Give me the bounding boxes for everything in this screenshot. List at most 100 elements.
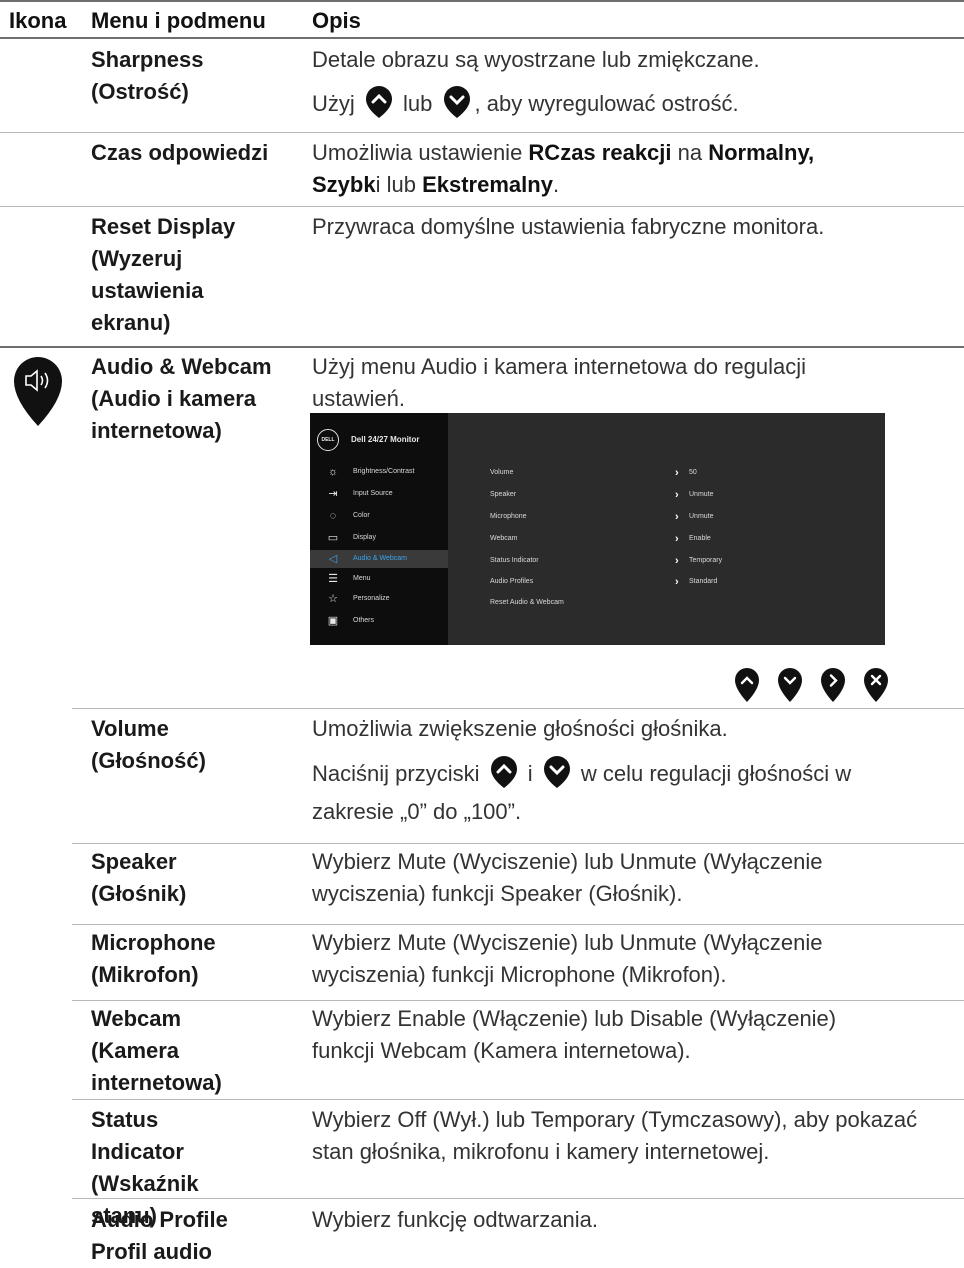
color-palette-icon: ◌ — [329, 510, 337, 522]
chevron-right-icon: › — [675, 533, 679, 545]
row-desc-speaker: Wybierz Mute (Wyciszenie) lub Unmute (Wy… — [312, 849, 823, 906]
row-name-webcam: Webcam (Kamera internetowa) — [91, 1006, 222, 1095]
chevron-right-icon: › — [675, 511, 679, 523]
row-name-volume: Volume (Głośność) — [91, 716, 206, 773]
row-name-microphone: Microphone (Mikrofon) — [91, 930, 216, 987]
osd-nav-buttons — [733, 668, 893, 702]
osd-setting-value: Enable — [689, 535, 711, 542]
response-text-f: i lub — [375, 172, 423, 197]
osd-menu-label: Color — [353, 512, 370, 519]
row-name-reset: Reset Display (Wyzeruj ustawienia ekranu… — [91, 214, 236, 335]
row-desc-response: Umożliwia ustawienie RCzas reakcji na No… — [312, 137, 942, 201]
up-button-icon[interactable] — [733, 668, 761, 702]
right-button-icon[interactable] — [819, 668, 847, 702]
osd-setting-speaker[interactable]: Speaker › Unmute — [490, 489, 870, 503]
row-name-audio-profile: Audio Profile Profil audio — [91, 1207, 228, 1264]
response-text-g: Ekstremalny — [422, 172, 553, 197]
osd-setting-label: Volume — [490, 469, 514, 476]
row-desc-webcam: Wybierz Enable (Włączenie) lub Disable (… — [312, 1006, 837, 1063]
osd-menu-label: Input Source — [353, 490, 393, 497]
osd-setting-status-indicator[interactable]: Status Indicator › Temporary — [490, 555, 870, 569]
row-desc-sharpness: Detale obrazu są wyostrzane lub zmiękcza… — [312, 44, 942, 120]
osd-setting-label: Microphone — [490, 513, 527, 520]
header-rule — [0, 37, 964, 39]
chevron-right-icon: › — [675, 489, 679, 501]
volume-press-text: Naciśnij przyciski — [312, 761, 480, 786]
osd-setting-value: Standard — [689, 578, 718, 585]
response-text-d: Normalny, — [708, 140, 815, 165]
row-divider — [72, 708, 964, 709]
star-icon: ☆ — [328, 593, 338, 605]
osd-setting-volume[interactable]: Volume › 50 — [490, 467, 870, 481]
audio-webcam-section-icon — [14, 357, 62, 426]
header-menu: Menu i podmenu — [91, 8, 266, 33]
osd-menu-label: Menu — [353, 575, 371, 582]
osd-setting-audio-profiles[interactable]: Audio Profiles › Standard — [490, 576, 870, 590]
row-desc-audio-profile: Wybierz funkcję odtwarzania. — [312, 1207, 598, 1232]
display-icon: ▭ — [327, 532, 339, 544]
chevron-right-icon: › — [675, 467, 679, 479]
volume-desc-line: Umożliwia zwiększenie głośności głośnika… — [312, 716, 728, 741]
row-divider — [72, 1099, 964, 1100]
osd-setting-label: Reset Audio & Webcam — [490, 599, 564, 606]
osd-menu-item-display[interactable]: ▭ Display — [310, 529, 448, 547]
osd-setting-webcam[interactable]: Webcam › Enable — [490, 533, 870, 547]
sharpness-desc-line: Detale obrazu są wyostrzane lub zmiękcza… — [312, 47, 760, 72]
row-divider — [0, 206, 964, 207]
sharpness-adjust-text: , aby wyregulować ostrość. — [474, 91, 739, 116]
osd-menu-item-brightness[interactable]: ☼ Brightness/Contrast — [310, 463, 448, 481]
volume-adjust-line: Naciśnij przyciski i w celu regulacji gł… — [312, 755, 922, 831]
row-desc-audio: Użyj menu Audio i kamera internetowa do … — [312, 354, 807, 411]
osd-menu-item-input[interactable]: ⇥ Input Source — [310, 485, 448, 503]
osd-menu-item-personalize[interactable]: ☆ Personalize — [310, 590, 448, 608]
sharpness-or-text: lub — [403, 91, 433, 116]
menu-icon: ☰ — [328, 573, 338, 585]
close-button-icon[interactable] — [862, 668, 890, 702]
row-desc-volume: Umożliwia zwiększenie głośności głośnika… — [312, 713, 922, 831]
osd-menu-label: Brightness/Contrast — [353, 468, 415, 475]
osd-setting-value: 50 — [689, 469, 697, 476]
row-name-audio: Audio & Webcam (Audio i kamera interneto… — [91, 354, 272, 443]
row-divider — [72, 843, 964, 844]
chevron-right-icon: › — [675, 576, 679, 588]
others-icon: ▣ — [327, 615, 339, 627]
sharpness-adjust-line: Użyj lub , aby wyregulować ostrość. — [312, 86, 942, 120]
osd-menu-label: Audio & Webcam — [353, 555, 407, 562]
row-divider — [0, 132, 964, 133]
row-divider — [72, 924, 964, 925]
osd-setting-value: Unmute — [689, 513, 714, 520]
osd-setting-label: Status Indicator — [490, 557, 539, 564]
header-desc: Opis — [312, 8, 361, 33]
osd-setting-value: Temporary — [689, 557, 723, 564]
row-name-speaker: Speaker (Głośnik) — [91, 849, 187, 906]
volume-and-text: i — [527, 761, 533, 786]
up-button-icon — [490, 756, 517, 788]
row-name-response: Czas odpowiedzi — [91, 140, 269, 165]
osd-setting-reset-audio[interactable]: Reset Audio & Webcam — [490, 597, 870, 611]
section-divider — [0, 346, 964, 348]
osd-menu-item-menu[interactable]: ☰ Menu — [310, 570, 448, 588]
osd-menu-item-others[interactable]: ▣ Others — [310, 612, 448, 630]
header-icon: Ikona — [9, 8, 67, 33]
dell-logo: DELL — [317, 429, 339, 451]
osd-menu-item-audio[interactable]: ◁ Audio & Webcam — [310, 550, 448, 568]
response-text-a: Umożliwia ustawienie — [312, 140, 529, 165]
row-desc-status: Wybierz Off (Wył.) lub Temporary (Tymcza… — [312, 1107, 918, 1164]
osd-menu-item-color[interactable]: ◌ Color — [310, 507, 448, 525]
down-button-icon[interactable] — [776, 668, 804, 702]
osd-menu-screenshot: DELL Dell 24/27 Monitor ☼ Brightness/Cont… — [310, 413, 885, 645]
up-button-icon — [365, 86, 392, 118]
brightness-icon: ☼ — [327, 466, 339, 478]
row-divider — [72, 1198, 964, 1199]
osd-setting-microphone[interactable]: Microphone › Unmute — [490, 511, 870, 525]
response-text-c: na — [671, 140, 709, 165]
table-top-rule — [0, 0, 964, 2]
osd-setting-label: Audio Profiles — [490, 578, 534, 585]
response-text-e: Szybk — [312, 172, 376, 197]
response-text-b: RCzas reakcji — [528, 140, 672, 165]
input-source-icon: ⇥ — [328, 488, 338, 500]
row-desc-reset: Przywraca domyślne ustawienia fabryczne … — [312, 214, 825, 239]
down-button-icon — [443, 86, 470, 118]
row-desc-microphone: Wybierz Mute (Wyciszenie) lub Unmute (Wy… — [312, 930, 823, 987]
osd-setting-label: Webcam — [490, 535, 518, 542]
